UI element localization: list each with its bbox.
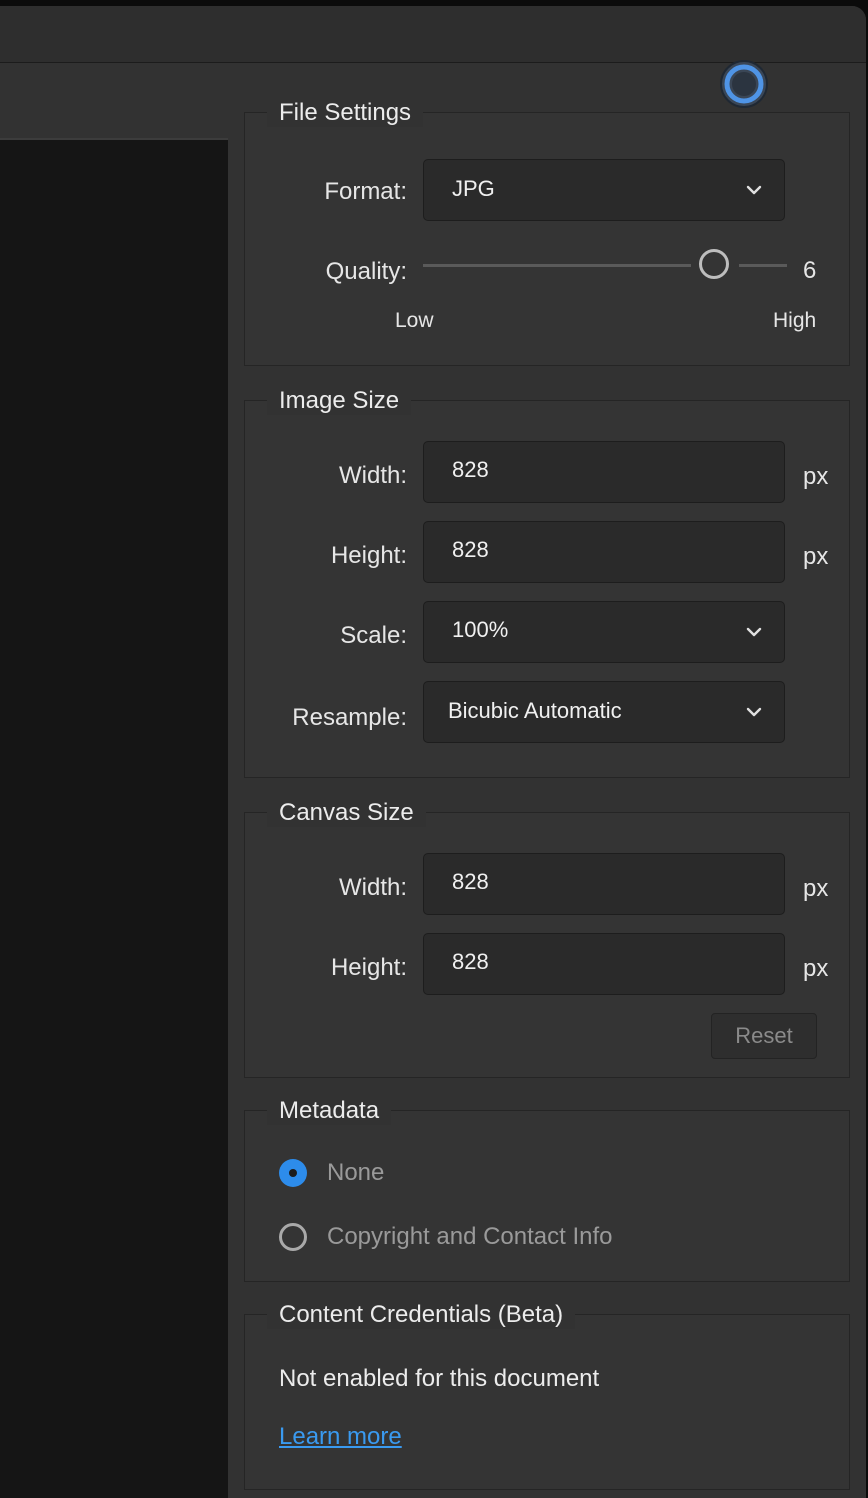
target-ring-icon bbox=[720, 60, 768, 108]
file-settings-legend: File Settings bbox=[267, 99, 424, 127]
image-size-group: Image Size Width: 828 px Height: 828 px … bbox=[244, 387, 850, 778]
image-height-input[interactable]: 828 bbox=[423, 521, 785, 583]
chevron-down-icon bbox=[746, 627, 762, 637]
image-preview-area bbox=[0, 140, 228, 1498]
canvas-height-input[interactable]: 828 bbox=[423, 933, 785, 995]
format-label: Format: bbox=[324, 178, 407, 205]
format-value: JPG bbox=[452, 176, 495, 201]
canvas-width-input[interactable]: 828 bbox=[423, 853, 785, 915]
format-dropdown[interactable]: JPG bbox=[423, 159, 785, 221]
content-credentials-legend: Content Credentials (Beta) bbox=[267, 1301, 576, 1329]
metadata-copyright-label[interactable]: Copyright and Contact Info bbox=[327, 1223, 613, 1251]
quality-label: Quality: bbox=[325, 258, 407, 285]
image-width-label: Width: bbox=[338, 462, 407, 489]
image-width-input[interactable]: 828 bbox=[423, 441, 785, 503]
scale-label: Scale: bbox=[340, 622, 407, 649]
canvas-height-unit: px bbox=[803, 955, 829, 982]
content-credentials-group: Content Credentials (Beta) Not enabled f… bbox=[244, 1301, 850, 1490]
image-height-value: 828 bbox=[452, 537, 489, 562]
learn-more-link[interactable]: Learn more bbox=[279, 1423, 402, 1451]
canvas-height-label: Height: bbox=[330, 954, 407, 981]
image-width-value: 828 bbox=[452, 457, 489, 482]
quality-slider-track[interactable] bbox=[423, 264, 691, 267]
quality-high-label: High bbox=[773, 309, 817, 332]
metadata-copyright-radio[interactable] bbox=[279, 1223, 307, 1251]
resample-value: Bicubic Automatic bbox=[448, 698, 622, 723]
canvas-width-value: 828 bbox=[452, 869, 489, 894]
canvas-width-unit: px bbox=[803, 875, 829, 902]
canvas-size-group: Canvas Size Width: 828 px Height: 828 px… bbox=[244, 799, 850, 1078]
resample-dropdown[interactable]: Bicubic Automatic bbox=[423, 681, 785, 743]
canvas-height-value: 828 bbox=[452, 949, 489, 974]
image-size-legend: Image Size bbox=[267, 387, 412, 415]
metadata-legend: Metadata bbox=[267, 1097, 392, 1125]
canvas-size-legend: Canvas Size bbox=[267, 799, 426, 827]
resample-label: Resample: bbox=[292, 704, 407, 731]
metadata-none-radio[interactable] bbox=[279, 1159, 307, 1187]
metadata-none-label[interactable]: None bbox=[327, 1159, 384, 1187]
image-height-label: Height: bbox=[330, 542, 407, 569]
quality-low-label: Low bbox=[395, 309, 434, 332]
image-width-unit: px bbox=[803, 463, 829, 490]
content-credentials-status: Not enabled for this document bbox=[279, 1365, 600, 1392]
canvas-width-label: Width: bbox=[338, 874, 407, 901]
image-height-unit: px bbox=[803, 543, 829, 570]
quality-slider-track-right[interactable] bbox=[739, 264, 787, 267]
chevron-down-icon bbox=[746, 185, 762, 195]
export-as-dialog: File Settings Format: JPG Quality: 6 Low… bbox=[0, 6, 866, 1498]
quality-value: 6 bbox=[803, 257, 817, 284]
scale-dropdown[interactable]: 100% bbox=[423, 601, 785, 663]
metadata-group: Metadata None Copyright and Contact Info bbox=[244, 1097, 850, 1282]
file-settings-group: File Settings Format: JPG Quality: 6 Low… bbox=[244, 99, 850, 366]
chevron-down-icon bbox=[746, 707, 762, 717]
quality-slider-thumb[interactable] bbox=[699, 249, 729, 279]
title-bar bbox=[0, 6, 866, 63]
scale-value: 100% bbox=[452, 617, 509, 642]
reset-button[interactable]: Reset bbox=[711, 1013, 817, 1059]
